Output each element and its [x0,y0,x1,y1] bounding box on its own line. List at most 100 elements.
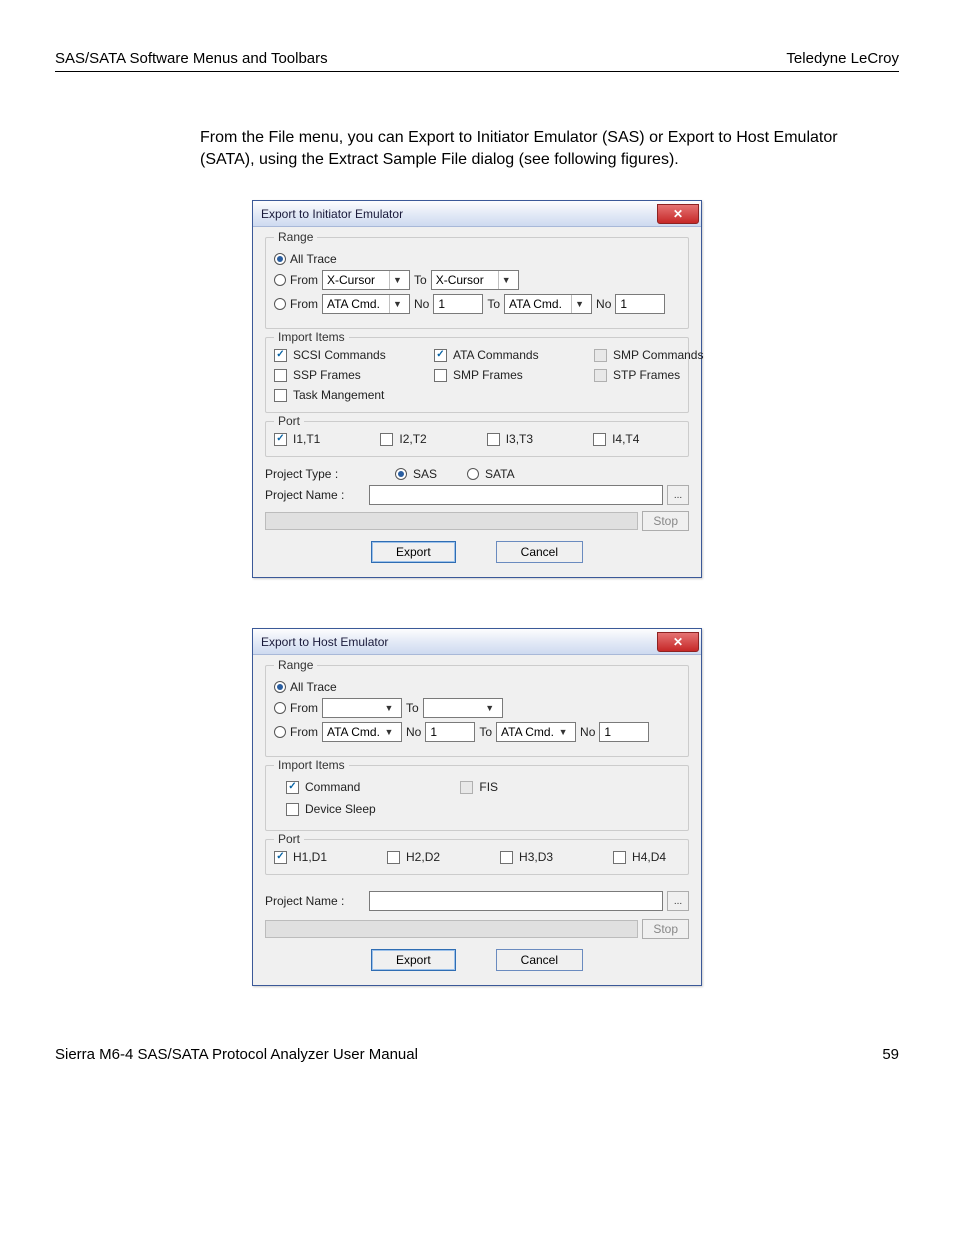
close-icon[interactable]: ✕ [657,632,699,652]
port-legend: Port [274,832,304,846]
page-header: SAS/SATA Software Menus and Toolbars Tel… [55,50,899,72]
chevron-down-icon: ▼ [498,271,514,289]
stop-button[interactable]: Stop [642,511,689,531]
to-cursor-combo[interactable]: X-Cursor▼ [431,270,519,290]
to-label: To [414,273,427,287]
export-button[interactable]: Export [371,541,456,563]
to-atacmd-combo[interactable]: ATA Cmd.▼ [504,294,592,314]
project-name-label: Project Name : [265,488,365,502]
chk-port3[interactable] [500,851,513,864]
to-label-2: To [479,725,492,739]
export-initiator-dialog: Export to Initiator Emulator ✕ Range All… [252,200,702,578]
footer-page-number: 59 [882,1046,899,1063]
stop-button[interactable]: Stop [642,919,689,939]
to-no-input[interactable]: 1 [599,722,649,742]
radio-all-trace[interactable] [274,681,286,693]
from-label: From [290,273,318,287]
from-label-2: From [290,297,318,311]
titlebar: Export to Initiator Emulator ✕ [253,201,701,227]
to-atacmd-combo[interactable]: ATA Cmd.▼ [496,722,576,742]
chevron-down-icon: ▼ [571,295,587,313]
port-group: Port I1,T1 I2,T2 I3,T3 I4,T4 [265,421,689,457]
titlebar: Export to Host Emulator ✕ [253,629,701,655]
dialog-title: Export to Host Emulator [261,635,388,649]
to-combo[interactable]: ▼ [423,698,503,718]
range-group: Range All Trace From X-Cursor▼ To X-Curs… [265,237,689,329]
close-icon[interactable]: ✕ [657,204,699,224]
chk-ssp[interactable] [274,369,287,382]
to-no-input[interactable]: 1 [615,294,665,314]
radio-sas[interactable] [395,468,407,480]
project-type-label: Project Type : [265,467,365,481]
from-no-input[interactable]: 1 [425,722,475,742]
no-label: No [414,297,429,311]
range-legend: Range [274,658,317,672]
import-items-group: Import Items Command FIS Device Sleep [265,765,689,831]
no-label: No [406,725,421,739]
browse-button[interactable]: ... [667,485,689,505]
chk-task[interactable] [274,389,287,402]
from-no-input[interactable]: 1 [433,294,483,314]
chk-port1[interactable] [274,851,287,864]
all-trace-label: All Trace [290,680,337,694]
chk-smpc[interactable] [594,349,607,362]
to-label-2: To [487,297,500,311]
chk-command[interactable] [286,781,299,794]
chk-port4[interactable] [613,851,626,864]
radio-sata[interactable] [467,468,479,480]
import-legend: Import Items [274,758,349,772]
from-label-2: From [290,725,318,739]
chk-smpf[interactable] [434,369,447,382]
chevron-down-icon: ▼ [482,699,498,717]
radio-all-trace[interactable] [274,253,286,265]
chk-port4[interactable] [593,433,606,446]
from-cursor-combo[interactable]: X-Cursor▼ [322,270,410,290]
from-atacmd-combo[interactable]: ATA Cmd.▼ [322,722,402,742]
radio-from-atacmd[interactable] [274,726,286,738]
page-footer: Sierra M6-4 SAS/SATA Protocol Analyzer U… [55,1046,899,1063]
project-name-input[interactable] [369,891,663,911]
port-group: Port H1,D1 H2,D2 H3,D3 H4,D4 [265,839,689,875]
port-legend: Port [274,414,304,428]
from-combo[interactable]: ▼ [322,698,402,718]
cancel-button[interactable]: Cancel [496,541,583,563]
import-items-group: Import Items SCSI Commands SSP Frames Ta… [265,337,689,413]
chk-port2[interactable] [380,433,393,446]
from-label: From [290,701,318,715]
no-label-2: No [580,725,595,739]
chevron-down-icon: ▼ [555,723,571,741]
chk-scsi[interactable] [274,349,287,362]
range-group: Range All Trace From ▼ To ▼ From ATA Cmd… [265,665,689,757]
header-right: Teledyne LeCroy [786,50,899,67]
chk-port2[interactable] [387,851,400,864]
chevron-down-icon: ▼ [381,723,397,741]
header-left: SAS/SATA Software Menus and Toolbars [55,50,328,67]
radio-from-atacmd[interactable] [274,298,286,310]
chk-fis[interactable] [460,781,473,794]
cancel-button[interactable]: Cancel [496,949,583,971]
chk-ata[interactable] [434,349,447,362]
to-label: To [406,701,419,715]
dialog-title: Export to Initiator Emulator [261,207,403,221]
browse-button[interactable]: ... [667,891,689,911]
import-legend: Import Items [274,330,349,344]
footer-left: Sierra M6-4 SAS/SATA Protocol Analyzer U… [55,1046,418,1063]
chk-port3[interactable] [487,433,500,446]
chk-port1[interactable] [274,433,287,446]
progress-bar [265,920,638,938]
intro-text: From the File menu, you can Export to In… [200,127,879,170]
radio-from-cursor[interactable] [274,274,286,286]
chk-stp[interactable] [594,369,607,382]
range-legend: Range [274,230,317,244]
chevron-down-icon: ▼ [389,295,405,313]
chk-device-sleep[interactable] [286,803,299,816]
chevron-down-icon: ▼ [381,699,397,717]
chevron-down-icon: ▼ [389,271,405,289]
radio-from[interactable] [274,702,286,714]
project-name-input[interactable] [369,485,663,505]
from-atacmd-combo[interactable]: ATA Cmd.▼ [322,294,410,314]
project-name-label: Project Name : [265,894,365,908]
export-button[interactable]: Export [371,949,456,971]
all-trace-label: All Trace [290,252,337,266]
progress-bar [265,512,638,530]
